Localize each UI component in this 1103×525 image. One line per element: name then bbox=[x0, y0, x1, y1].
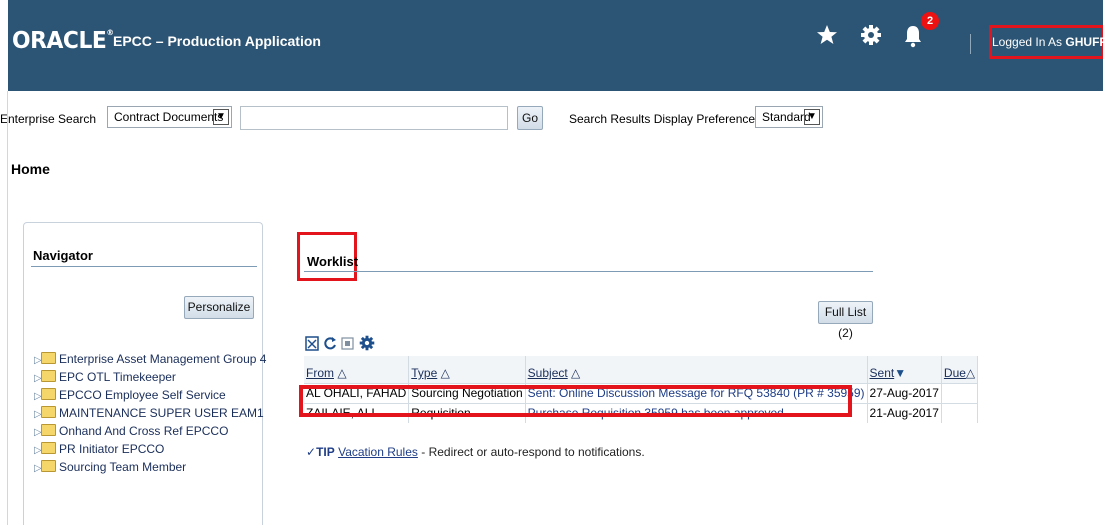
navigator-title: Navigator bbox=[33, 248, 93, 263]
divider bbox=[304, 271, 873, 272]
star-icon[interactable] bbox=[816, 24, 838, 52]
search-category-value: Contract Documents bbox=[114, 110, 224, 124]
sort-asc-icon[interactable]: △ bbox=[966, 366, 975, 380]
enterprise-search-bar: Enterprise Search Contract Documents ▼ G… bbox=[0, 103, 900, 131]
sort-asc-icon[interactable]: △ bbox=[441, 366, 450, 380]
nav-item-sourcing-team-member[interactable]: ▷ Sourcing Team Member bbox=[34, 460, 186, 476]
sort-desc-icon[interactable]: ▼ bbox=[894, 366, 906, 380]
folder-icon bbox=[41, 406, 56, 418]
search-pref-select[interactable]: Standard ▼ bbox=[755, 106, 823, 128]
search-input[interactable] bbox=[240, 106, 508, 130]
table-header-row: From △ Type △ Subject △ Sent▼ Due△ bbox=[304, 356, 979, 383]
header-divider bbox=[970, 34, 971, 54]
go-button[interactable]: Go bbox=[517, 106, 543, 130]
nav-item-pr-initiator[interactable]: ▷ PR Initiator EPCCO bbox=[34, 442, 164, 458]
detach-table-icon[interactable] bbox=[305, 336, 319, 354]
navigator-panel: Navigator Personalize ▷ Enterprise Asset … bbox=[23, 222, 266, 525]
row-due bbox=[941, 382, 979, 403]
column-header-from[interactable]: From △ bbox=[304, 356, 410, 383]
folder-icon bbox=[41, 388, 56, 400]
chevron-right-icon[interactable]: ▷ bbox=[34, 463, 42, 474]
nav-item-onhand-cross-ref[interactable]: ▷ Onhand And Cross Ref EPCCO bbox=[34, 424, 228, 440]
chevron-right-icon[interactable]: ▷ bbox=[34, 373, 42, 384]
gear-icon[interactable] bbox=[860, 24, 882, 52]
worklist-toolbar bbox=[305, 335, 375, 353]
folder-icon bbox=[41, 352, 56, 364]
divider bbox=[31, 266, 257, 267]
row-highlight-box bbox=[299, 385, 852, 417]
nav-item-enterprise-asset-management[interactable]: ▷ Enterprise Asset Management Group 4 bbox=[34, 352, 266, 368]
bell-icon[interactable] bbox=[903, 24, 923, 54]
folder-icon bbox=[41, 370, 56, 382]
folder-icon bbox=[41, 424, 56, 436]
full-list-button[interactable]: Full List (2) bbox=[818, 301, 873, 340]
folder-icon bbox=[41, 460, 56, 472]
search-category-select[interactable]: Contract Documents ▼ bbox=[107, 106, 232, 128]
oracle-logo: ORACLE® bbox=[12, 28, 114, 54]
logged-in-username: GHUFRAN bbox=[1065, 35, 1103, 49]
column-header-subject[interactable]: Subject △ bbox=[525, 356, 868, 383]
worklist-title[interactable]: Worklist bbox=[307, 254, 358, 269]
column-header-type[interactable]: Type △ bbox=[408, 356, 526, 383]
app-header: ORACLE® EPCC – Production Application 2 … bbox=[8, 0, 1103, 91]
gear-icon[interactable] bbox=[359, 335, 375, 354]
worklist-tip: ✓TIP Vacation Rules - Redirect or auto-r… bbox=[306, 445, 645, 459]
tip-check-icon: ✓ bbox=[306, 445, 317, 459]
chevron-right-icon[interactable]: ▷ bbox=[34, 409, 42, 420]
row-due bbox=[941, 402, 979, 423]
notification-count-badge: 2 bbox=[921, 12, 939, 30]
logged-in-user-highlight: Logged In As GHUFRAN bbox=[989, 25, 1103, 59]
tip-label: TIP bbox=[316, 445, 335, 459]
column-header-due[interactable]: Due△ bbox=[941, 356, 979, 383]
personalize-button[interactable]: Personalize bbox=[184, 296, 254, 319]
enterprise-search-label: Enterprise Search bbox=[0, 112, 97, 126]
refresh-icon[interactable] bbox=[323, 337, 337, 354]
export-icon[interactable] bbox=[341, 337, 355, 354]
chevron-right-icon[interactable]: ▷ bbox=[34, 391, 42, 402]
chevron-right-icon[interactable]: ▷ bbox=[34, 355, 42, 366]
nav-item-maintenance-super-user[interactable]: ▷ MAINTENANCE SUPER USER EAM1 bbox=[34, 406, 264, 422]
page-left-border bbox=[7, 91, 8, 525]
folder-icon bbox=[41, 442, 56, 454]
application-title: EPCC – Production Application bbox=[113, 33, 321, 49]
search-pref-label: Search Results Display Preference bbox=[569, 112, 756, 126]
sort-asc-icon[interactable]: △ bbox=[571, 366, 580, 380]
column-header-sent[interactable]: Sent▼ bbox=[867, 356, 942, 383]
vacation-rules-link[interactable]: Vacation Rules bbox=[338, 445, 418, 459]
chevron-right-icon[interactable]: ▷ bbox=[34, 445, 42, 456]
sort-asc-icon[interactable]: △ bbox=[337, 366, 346, 380]
nav-item-epcco-employee-self-service[interactable]: ▷ EPCCO Employee Self Service bbox=[34, 388, 226, 404]
row-sent: 27-Aug-2017 bbox=[867, 382, 942, 403]
tip-text: - Redirect or auto-respond to notificati… bbox=[417, 445, 645, 459]
chevron-right-icon[interactable]: ▷ bbox=[34, 427, 42, 438]
page-title: Home bbox=[11, 161, 50, 177]
chevron-down-icon[interactable]: ▼ bbox=[804, 109, 820, 125]
logged-in-label: Logged In As bbox=[992, 35, 1066, 49]
nav-item-epc-otl-timekeeper[interactable]: ▷ EPC OTL Timekeeper bbox=[34, 370, 176, 386]
chevron-down-icon[interactable]: ▼ bbox=[213, 109, 229, 125]
row-sent: 21-Aug-2017 bbox=[867, 402, 942, 423]
